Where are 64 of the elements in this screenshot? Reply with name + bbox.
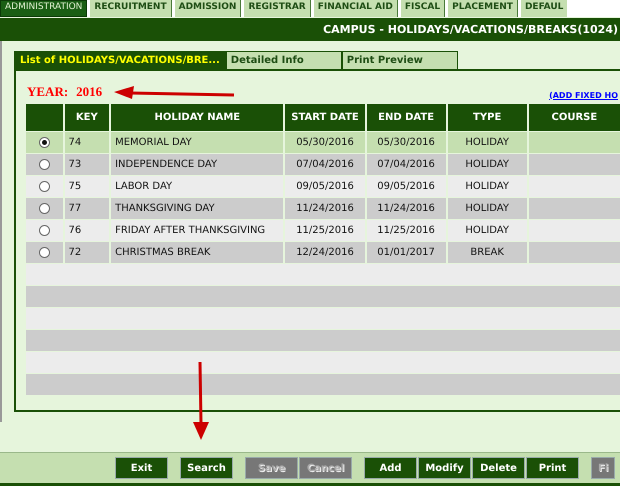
- radio-button[interactable]: [38, 158, 50, 170]
- table-cell: FRIDAY AFTER THANKSGIVING: [111, 220, 284, 241]
- action-button[interactable]: Search: [180, 457, 233, 479]
- table-cell: MEMORIAL DAY: [111, 132, 284, 153]
- action-button[interactable]: Add: [364, 457, 417, 479]
- table-cell: 76: [64, 220, 110, 241]
- table-cell: 05/30/2016: [366, 132, 446, 153]
- table-cell: 11/25/2016: [366, 220, 446, 241]
- radio-button[interactable]: [38, 224, 50, 236]
- radio-button[interactable]: [38, 202, 50, 214]
- radio-button[interactable]: [38, 136, 50, 148]
- column-header: START DATE: [285, 104, 365, 131]
- table-cell: 09/05/2016: [285, 176, 365, 197]
- table-cell: HOLIDAY: [448, 132, 527, 153]
- action-button[interactable]: Delete: [472, 457, 525, 479]
- module-tab[interactable]: DEFAUL: [520, 0, 568, 17]
- action-button[interactable]: Exit: [115, 457, 168, 479]
- tab[interactable]: Detailed Info: [226, 51, 342, 69]
- table-cell: HOLIDAY: [448, 220, 527, 241]
- table-cell: INDEPENDENCE DAY: [111, 154, 284, 175]
- action-button[interactable]: Modify: [418, 457, 471, 479]
- module-tab[interactable]: FINANCIAL AID: [314, 0, 398, 17]
- module-tab[interactable]: FISCAL: [400, 0, 446, 17]
- table-cell: BREAK: [448, 242, 527, 263]
- tab[interactable]: List of HOLIDAYS/VACATIONS/BRE...: [14, 51, 226, 69]
- table-cell: HOLIDAY: [448, 154, 527, 175]
- module-tab[interactable]: ADMINISTRATION: [0, 0, 88, 17]
- table-cell: 07/04/2016: [285, 154, 365, 175]
- table-cell: 12/24/2016: [285, 242, 365, 263]
- table-cell: 11/24/2016: [366, 198, 446, 219]
- column-header: TYPE: [448, 104, 527, 131]
- year-label: YEAR:: [27, 84, 68, 100]
- table-cell: 11/25/2016: [285, 220, 365, 241]
- module-tab[interactable]: ADMISSION: [174, 0, 242, 17]
- table-cell: 74: [64, 132, 110, 153]
- year-value: 2016: [76, 84, 102, 100]
- table-cell: 77: [64, 198, 110, 219]
- table-cell: 09/05/2016: [366, 176, 446, 197]
- table-cell: 07/04/2016: [366, 154, 446, 175]
- radio-button[interactable]: [38, 180, 50, 192]
- module-tab[interactable]: PLACEMENT: [448, 0, 518, 17]
- column-header: COURSE: [528, 104, 620, 131]
- column-header: END DATE: [366, 104, 446, 131]
- table-cell: 72: [64, 242, 110, 263]
- table-cell: 11/24/2016: [285, 198, 365, 219]
- add-fixed-holidays-link[interactable]: (ADD FIXED HO: [549, 90, 618, 100]
- module-tab[interactable]: REGISTRAR: [244, 0, 311, 17]
- table-cell: CHRISTMAS BREAK: [111, 242, 284, 263]
- table-cell: LABOR DAY: [111, 176, 284, 197]
- table-cell: HOLIDAY: [448, 176, 527, 197]
- table-cell: 05/30/2016: [285, 132, 365, 153]
- column-header: HOLIDAY NAME: [111, 104, 284, 131]
- table-cell: 75: [64, 176, 110, 197]
- table-cell: THANKSGIVING DAY: [111, 198, 284, 219]
- tab[interactable]: Print Preview: [342, 51, 458, 69]
- page-title: CAMPUS - HOLIDAYS/VACATIONS/BREAKS(1024): [323, 23, 618, 36]
- module-tab[interactable]: RECRUITMENT: [90, 0, 172, 17]
- header-cell: [26, 104, 62, 131]
- column-header: KEY: [64, 104, 110, 131]
- radio-button[interactable]: [38, 246, 50, 258]
- table-cell: 01/01/2017: [366, 242, 446, 263]
- table-cell: 73: [64, 154, 110, 175]
- table-cell: HOLIDAY: [448, 198, 527, 219]
- action-button[interactable]: Print: [526, 457, 579, 479]
